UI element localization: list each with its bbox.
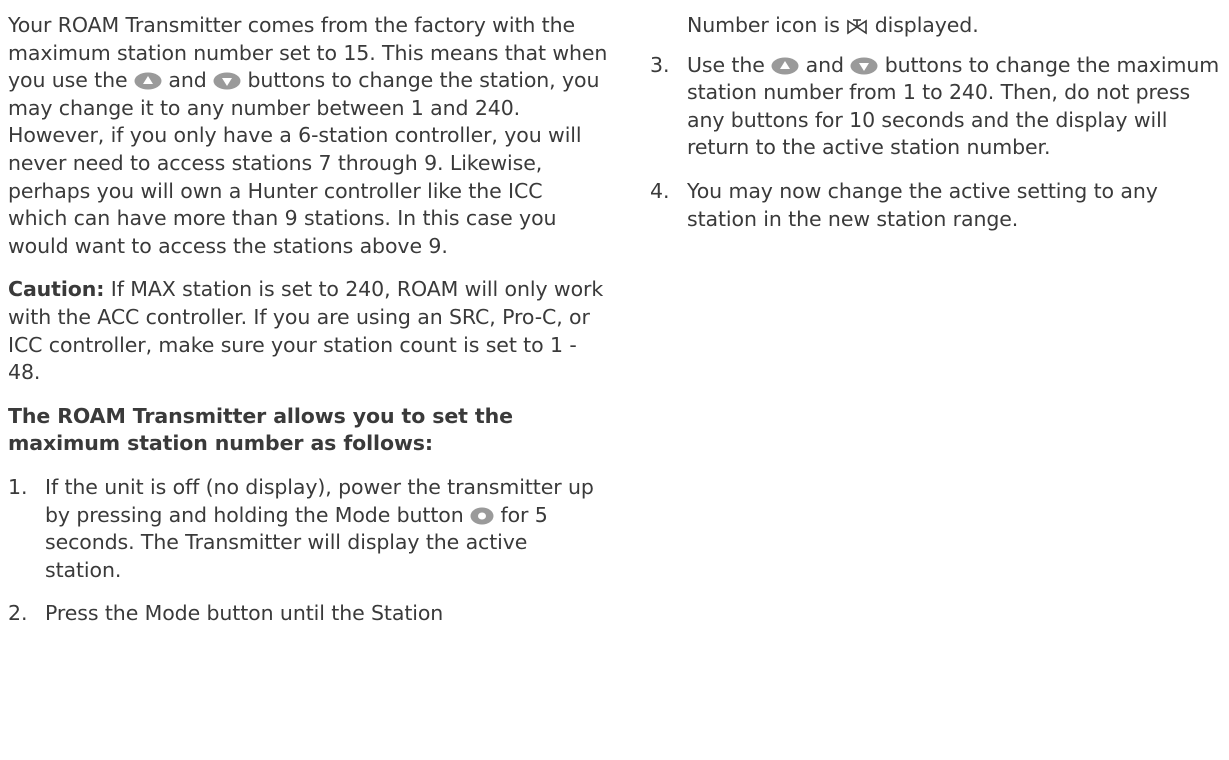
left-column: Your ROAM Transmitter comes from the fac…: [8, 12, 608, 644]
list-item-step-4: 4. You may now change the active setting …: [650, 178, 1158, 231]
station-valve-icon: [846, 17, 868, 35]
step-number: 1.: [8, 474, 28, 499]
section-subheading: The ROAM Transmitter allows you to set t…: [8, 403, 513, 456]
list-item-step-2: 2. Press the Mode button until the Statio…: [8, 600, 608, 628]
up-arrow-button-icon: [771, 57, 799, 75]
step-number: 4.: [650, 178, 670, 203]
mode-button-icon: [470, 507, 494, 525]
steps-list-continued: 3. Use the and buttons to change the maxi…: [650, 52, 1220, 234]
step-2-continued: Number icon is displayed.: [687, 13, 979, 37]
list-item-step-3: 3. Use the and buttons to change the maxi…: [650, 52, 1220, 160]
up-arrow-button-icon: [134, 72, 162, 90]
caution-label: Caution:: [8, 277, 105, 302]
right-column: Number icon is displayed. 3. Use the and …: [650, 12, 1220, 249]
down-arrow-button-icon: [213, 72, 241, 90]
intro-paragraph: Your ROAM Transmitter comes from the fac…: [8, 13, 608, 258]
down-arrow-button-icon: [850, 57, 878, 75]
step-number: 2.: [8, 601, 28, 626]
steps-list: 1. If the unit is off (no display), power…: [8, 474, 608, 628]
list-item-step-1: 1. If the unit is off (no display), power…: [8, 474, 594, 582]
caution-paragraph: Caution: If MAX station is set to 240, R…: [8, 276, 608, 386]
step-number: 3.: [650, 52, 670, 77]
